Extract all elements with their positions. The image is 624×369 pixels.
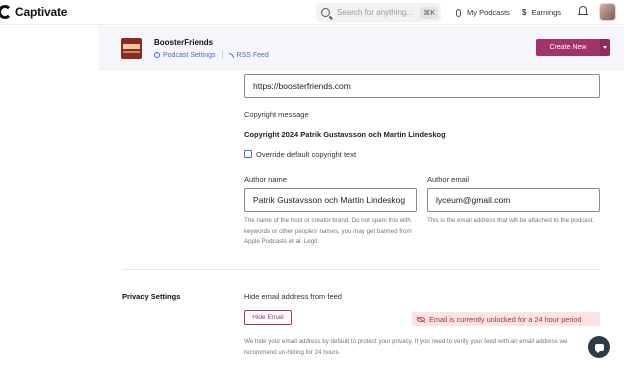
podcast-title: BoosterFriends xyxy=(154,38,214,47)
support-chat-button[interactable] xyxy=(588,336,610,358)
captivate-logo[interactable]: Captivate xyxy=(0,5,67,19)
website-url-input[interactable]: https://boosterfriends.com xyxy=(244,74,600,98)
privacy-help-text: We hide your email address by default to… xyxy=(244,338,568,356)
copyright-value: Copyright 2024 Patrik Gustavsson och Mar… xyxy=(244,130,446,139)
search-placeholder: Search for anything... xyxy=(337,8,414,17)
email-unlock-status-text: Email is currently unlocked for a 24 hou… xyxy=(429,314,582,324)
privacy-settings-title: Privacy Settings xyxy=(122,292,181,301)
podcast-cover-art[interactable] xyxy=(121,38,142,59)
captivate-logo-icon xyxy=(0,5,12,19)
link-divider xyxy=(221,51,223,59)
podcast-header-links: Podcast Settings RSS Feed xyxy=(154,51,269,59)
author-name-help: The name of the host or creator brand. D… xyxy=(244,217,412,245)
email-unlock-status-badge: Email is currently unlocked for a 24 hou… xyxy=(412,312,600,326)
author-email-help: This is the email address that will be a… xyxy=(427,217,595,224)
top-navbar: Captivate Search for anything... ⌘K My P… xyxy=(0,0,624,25)
user-avatar[interactable] xyxy=(599,3,616,21)
brand-name: Captivate xyxy=(15,5,68,19)
create-new-dropdown-button[interactable] xyxy=(600,39,610,56)
my-podcasts-button[interactable]: My Podcasts xyxy=(452,4,514,21)
global-search[interactable]: Search for anything... ⌘K xyxy=(316,3,441,22)
search-shortcut-badge: ⌘K xyxy=(420,6,438,19)
podcast-header: BoosterFriends Podcast Settings RSS Feed… xyxy=(98,26,624,70)
author-email-label: Author email xyxy=(427,175,470,184)
search-icon xyxy=(321,8,330,17)
microphone-icon xyxy=(456,8,461,17)
author-name-input[interactable]: Patrik Gustavsson och Martin Lindeskog xyxy=(244,188,417,212)
podcast-settings-link[interactable]: Podcast Settings xyxy=(163,52,216,59)
hide-email-button[interactable]: Hide Email xyxy=(244,310,292,325)
copyright-label: Copyright message xyxy=(244,110,309,119)
eye-off-icon xyxy=(417,316,425,322)
rss-feed-link[interactable]: RSS Feed xyxy=(237,52,269,59)
dollar-icon: $ xyxy=(522,8,527,17)
hide-email-label: Hide email address from feed xyxy=(244,292,342,301)
author-name-label: Author name xyxy=(244,175,287,184)
earnings-button[interactable]: $ Earnings xyxy=(522,4,561,21)
gear-icon xyxy=(154,52,160,58)
section-divider xyxy=(122,269,600,270)
create-new-button[interactable]: Create New xyxy=(536,39,600,56)
notifications-bell-icon[interactable] xyxy=(578,6,588,17)
chat-bubble-icon xyxy=(594,343,604,353)
chevron-down-icon xyxy=(603,46,607,49)
override-copyright-checkbox[interactable] xyxy=(244,150,252,158)
rss-icon xyxy=(228,52,234,58)
override-copyright-label[interactable]: Override default copyright text xyxy=(256,150,356,159)
earnings-label: Earnings xyxy=(531,8,562,17)
author-email-input[interactable]: lyceum@gmail.com xyxy=(427,188,600,212)
my-podcasts-label: My Podcasts xyxy=(467,8,510,17)
